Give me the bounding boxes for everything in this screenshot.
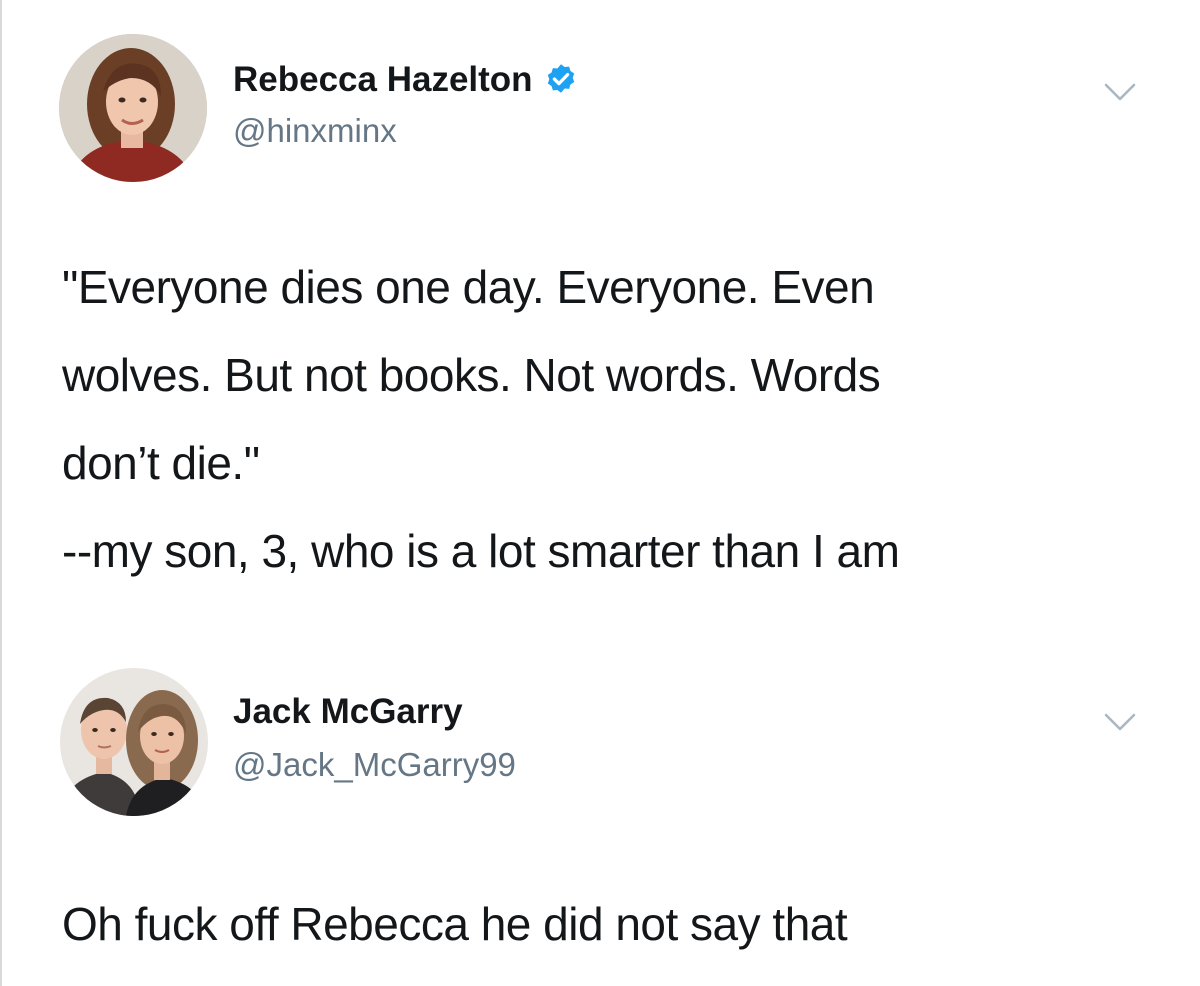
tweet-text-line: "Everyone dies one day. Everyone. Even (62, 261, 875, 313)
tweet-text: Oh fuck off Rebecca he did not say that (62, 880, 1162, 968)
tweet-text-line: wolves. But not books. Not words. Words (62, 349, 881, 401)
left-border (0, 0, 2, 986)
avatar[interactable] (60, 668, 208, 816)
display-name[interactable]: Jack McGarry (233, 692, 463, 732)
tweet-text-line: Oh fuck off Rebecca he did not say that (62, 898, 848, 950)
author-row: Rebecca Hazelton (233, 60, 579, 100)
chevron-down-icon[interactable] (1103, 710, 1137, 734)
avatar[interactable] (59, 34, 207, 182)
chevron-down-icon[interactable] (1103, 80, 1137, 104)
handle[interactable]: @hinxminx (233, 112, 397, 150)
display-name[interactable]: Rebecca Hazelton (233, 60, 533, 100)
tweet-text-line: don’t die." (62, 437, 260, 489)
profile-photo-woman-icon (59, 34, 207, 182)
tweet-text-line: --my son, 3, who is a lot smarter than I… (62, 525, 900, 577)
verified-badge-icon (547, 64, 574, 93)
profile-photo-couple-icon (60, 668, 208, 816)
tweet-text: "Everyone dies one day. Everyone. Even w… (62, 243, 1162, 595)
author-row: Jack McGarry (233, 692, 463, 732)
handle[interactable]: @Jack_McGarry99 (233, 746, 516, 784)
